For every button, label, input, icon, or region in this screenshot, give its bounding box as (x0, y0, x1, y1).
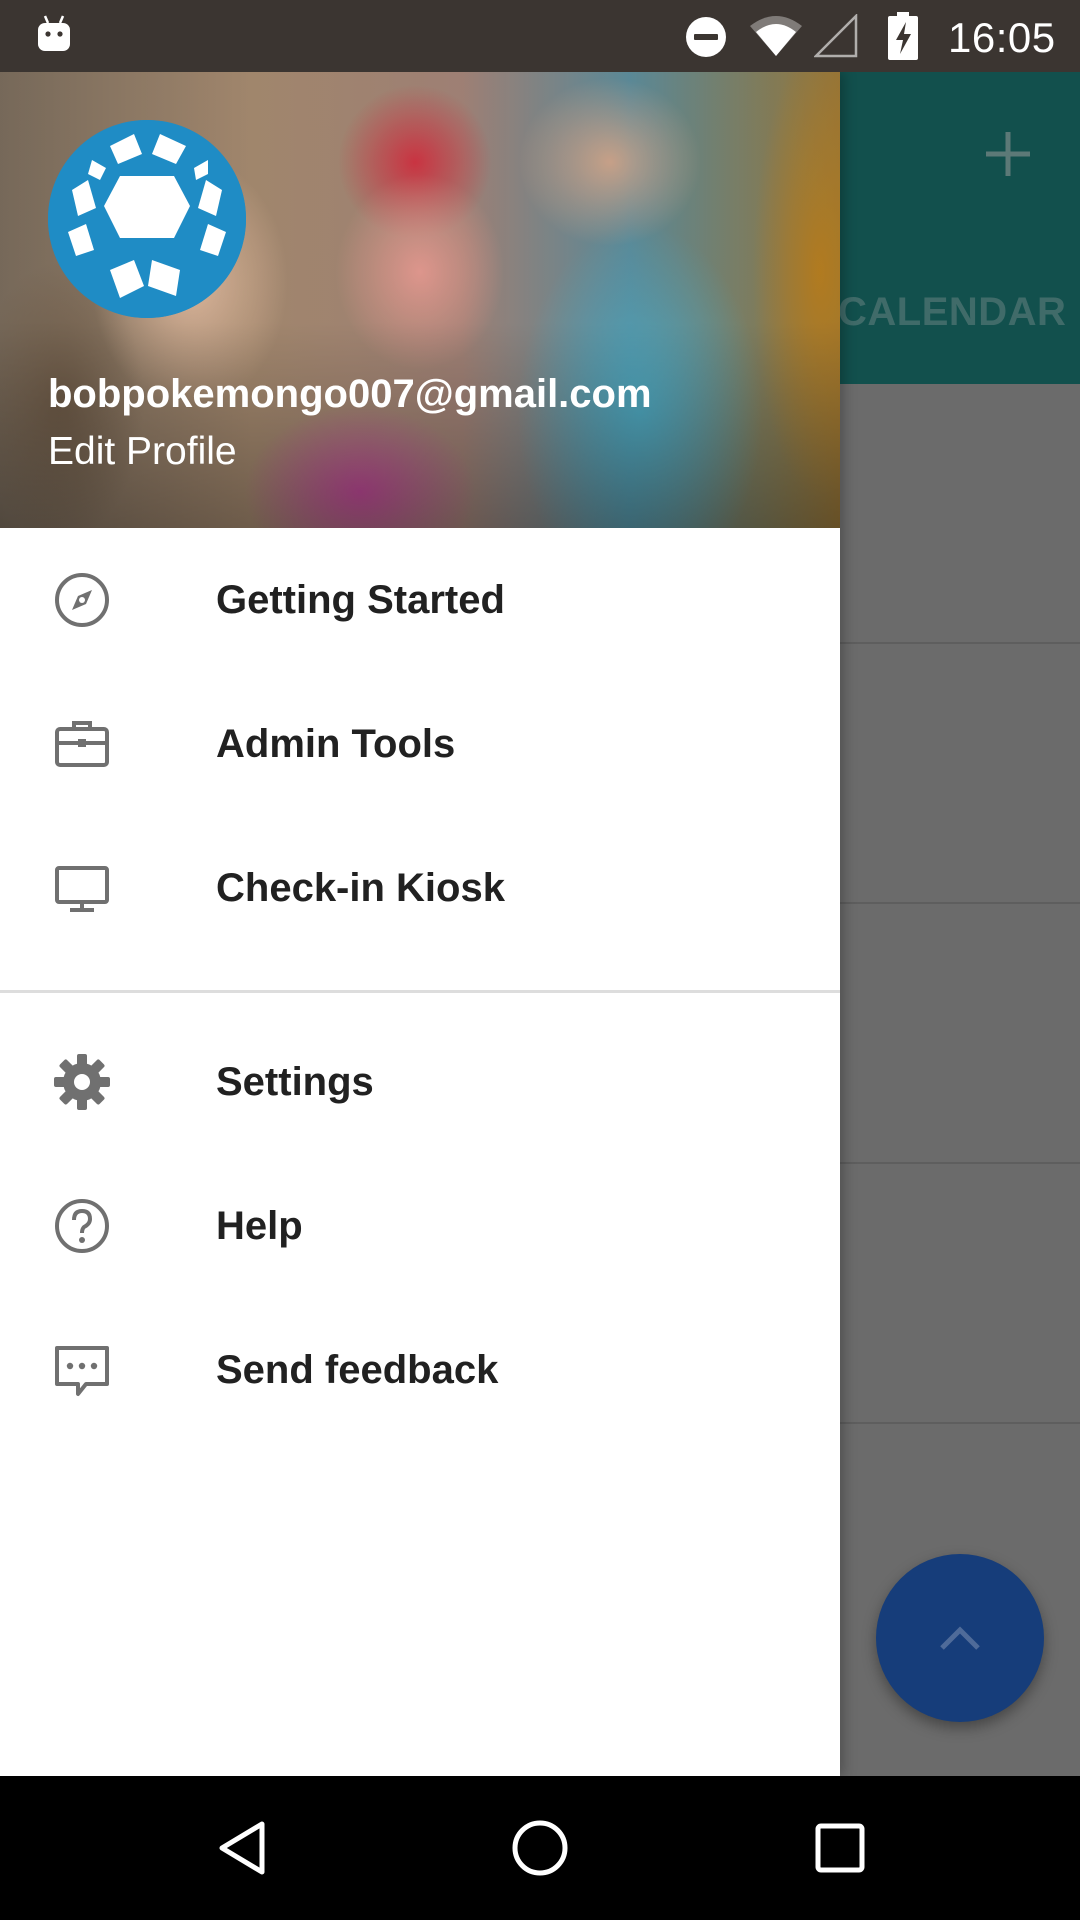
battery-charging-icon (888, 12, 918, 60)
help-circle-icon (55, 1199, 109, 1253)
chevron-up-icon (940, 1626, 980, 1650)
edit-profile-link[interactable]: Edit Profile (48, 430, 237, 474)
feedback-icon (55, 1346, 109, 1396)
scroll-up-fab[interactable] (876, 1554, 1044, 1722)
clock: 16:05 (948, 14, 1056, 61)
do-not-disturb-icon (686, 17, 726, 57)
back-icon[interactable] (212, 1816, 276, 1880)
compass-icon (55, 573, 109, 627)
drawer-item-settings[interactable]: Settings (0, 1010, 840, 1154)
drawer-item-label: Help (216, 1204, 303, 1248)
cell-signal-icon (814, 14, 858, 58)
drawer-header: bobpokemongo007@gmail.com Edit Profile (0, 72, 840, 528)
avatar[interactable] (48, 120, 246, 318)
home-icon[interactable] (508, 1816, 572, 1880)
monitor-icon (55, 866, 109, 912)
wifi-icon (750, 16, 802, 56)
drawer-item-check-in-kiosk[interactable]: Check-in Kiosk (0, 816, 840, 960)
drawer-item-admin-tools[interactable]: Admin Tools (0, 672, 840, 816)
drawer-item-help[interactable]: Help (0, 1154, 840, 1298)
drawer-item-label: Settings (216, 1060, 374, 1104)
drawer-item-getting-started[interactable]: Getting Started (0, 528, 840, 672)
avatar-pattern-icon (48, 120, 246, 318)
menu-divider (0, 990, 840, 993)
gear-icon (54, 1054, 110, 1110)
status-bar: 16:05 (0, 0, 1080, 72)
drawer-item-label: Getting Started (216, 578, 505, 622)
recents-icon[interactable] (808, 1816, 872, 1880)
android-robot-icon (38, 15, 70, 51)
drawer-item-send-feedback[interactable]: Send feedback (0, 1298, 840, 1442)
navigation-drawer: bobpokemongo007@gmail.com Edit Profile G… (0, 72, 840, 1776)
system-navigation-bar (0, 1776, 1080, 1920)
drawer-item-label: Admin Tools (216, 722, 456, 766)
drawer-item-label: Send feedback (216, 1348, 499, 1392)
account-email: bobpokemongo007@gmail.com (48, 372, 652, 416)
briefcase-icon (55, 721, 109, 767)
drawer-item-label: Check-in Kiosk (216, 866, 505, 910)
